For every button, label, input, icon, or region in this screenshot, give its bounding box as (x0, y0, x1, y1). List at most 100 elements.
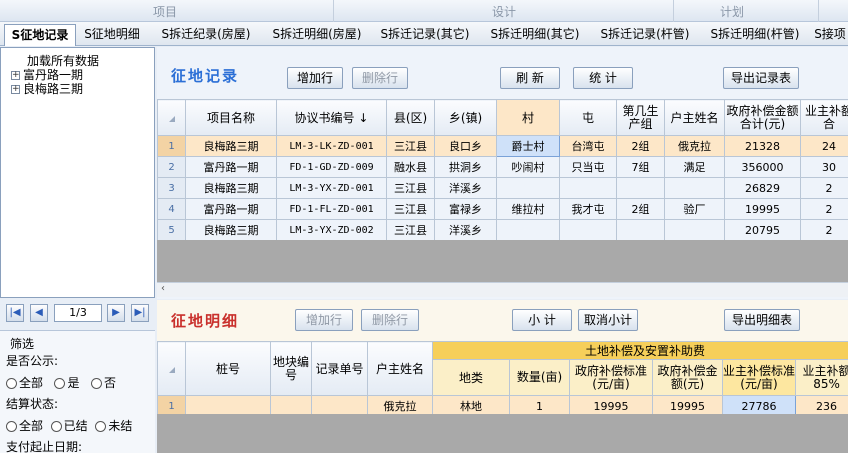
table-row[interactable]: 5 良梅路三期 LM-3-YX-ZD-002 三江县 洋溪乡 20795 2 (157, 219, 848, 241)
tab-demolition-record-pole[interactable]: S拆迁记录(杆管) (592, 24, 698, 46)
cell-project[interactable]: 良梅路三期 (185, 177, 277, 199)
detail-delete-row-button[interactable]: 删除行 (361, 309, 419, 331)
record-horizontal-scrollbar[interactable]: ‹ (157, 282, 848, 297)
cell-code[interactable]: LM-3-YX-ZD-001 (276, 177, 387, 199)
cell-county[interactable]: 三江县 (386, 135, 435, 157)
cell-village[interactable]: 吵闹村 (496, 156, 560, 178)
col-town[interactable]: 乡(镇) (434, 99, 497, 136)
table-corner[interactable] (157, 341, 186, 396)
cell-owner[interactable] (664, 219, 725, 241)
cell-owner[interactable]: 满足 (664, 156, 725, 178)
tab-demolition-detail-house[interactable]: S拆迁明细(房屋) (264, 24, 370, 46)
cell-group[interactable] (616, 219, 665, 241)
col-owner-standard[interactable]: 业主补偿标准(元/亩) (722, 359, 796, 396)
radio-public-all[interactable]: 全部 (6, 376, 43, 390)
cell-code[interactable]: FD-1-GD-ZD-009 (276, 156, 387, 178)
cell-village[interactable] (496, 177, 560, 199)
cell-code[interactable]: LM-3-LK-ZD-001 (276, 135, 387, 157)
cell-group[interactable]: 2组 (616, 135, 665, 157)
cell-extra[interactable]: 24 (800, 135, 848, 157)
row-number[interactable]: 4 (157, 198, 186, 220)
stats-button[interactable]: 统 计 (573, 67, 633, 89)
cell-town[interactable]: 拱洞乡 (434, 156, 497, 178)
cell-town[interactable]: 洋溪乡 (434, 177, 497, 199)
refresh-button[interactable]: 刷 新 (500, 67, 560, 89)
cell-extra[interactable]: 2 (800, 177, 848, 199)
tab-demolition-detail-pole[interactable]: S拆迁明细(杆管) (702, 24, 808, 46)
record-add-row-button[interactable]: 增加行 (287, 67, 343, 89)
col-owner-name[interactable]: 户主姓名 (367, 341, 433, 396)
cell-town[interactable]: 富禄乡 (434, 198, 497, 220)
table-row[interactable]: 2 富丹路一期 FD-1-GD-ZD-009 融水县 拱洞乡 吵闹村 只当屯 7… (157, 156, 848, 178)
table-corner[interactable] (157, 99, 186, 136)
col-stake[interactable]: 桩号 (185, 341, 271, 396)
next-page-button[interactable]: ▶ (107, 304, 125, 322)
detail-add-row-button[interactable]: 增加行 (295, 309, 353, 331)
cell-amount[interactable]: 356000 (724, 156, 801, 178)
tab-land-record[interactable]: S征地记录 (4, 24, 76, 46)
expand-icon[interactable]: + (11, 71, 20, 80)
col-quantity[interactable]: 数量(亩) (509, 359, 570, 396)
cell-code[interactable]: FD-1-FL-ZD-001 (276, 198, 387, 220)
cell-group[interactable]: 2组 (616, 198, 665, 220)
cell-extra[interactable]: 2 (800, 198, 848, 220)
cell-village[interactable]: 爵士村 (496, 135, 560, 157)
page-indicator[interactable]: 1/3 (54, 304, 102, 322)
subtotal-button[interactable]: 小 计 (512, 309, 572, 331)
cell-amount[interactable]: 26829 (724, 177, 801, 199)
cell-village[interactable]: 维拉村 (496, 198, 560, 220)
cell-tun[interactable]: 我才屯 (559, 198, 617, 220)
cell-amount[interactable]: 19995 (724, 198, 801, 220)
col-village[interactable]: 村 (496, 99, 560, 136)
cell-group[interactable] (616, 177, 665, 199)
cell-tun[interactable]: 台湾屯 (559, 135, 617, 157)
cell-owner[interactable] (664, 177, 725, 199)
tree-item-liangmei[interactable]: + 良梅路三期 (11, 80, 83, 97)
cell-county[interactable]: 三江县 (386, 198, 435, 220)
col-county[interactable]: 县(区) (386, 99, 435, 136)
tab-demolition-record-house[interactable]: S拆迁纪录(房屋) (150, 24, 262, 46)
col-owner-name[interactable]: 户主姓名 (664, 99, 725, 136)
radio-public-no[interactable]: 否 (90, 376, 116, 390)
cancel-subtotal-button[interactable]: 取消小计 (578, 309, 638, 331)
radio-settle-done[interactable]: 已结 (50, 419, 88, 433)
cell-county[interactable]: 三江县 (386, 219, 435, 241)
record-delete-row-button[interactable]: 删除行 (352, 67, 408, 89)
cell-owner[interactable]: 俄克拉 (664, 135, 725, 157)
cell-town[interactable]: 洋溪乡 (434, 219, 497, 241)
cell-town[interactable]: 良口乡 (434, 135, 497, 157)
cell-extra[interactable]: 30 (800, 156, 848, 178)
last-page-button[interactable]: ▶| (131, 304, 149, 322)
cell-project[interactable]: 富丹路一期 (185, 156, 277, 178)
cell-tun[interactable]: 只当屯 (559, 156, 617, 178)
cell-tun[interactable] (559, 219, 617, 241)
col-production-group[interactable]: 第几生产组 (616, 99, 665, 136)
row-number[interactable]: 2 (157, 156, 186, 178)
row-number[interactable]: 5 (157, 219, 186, 241)
col-plot-no[interactable]: 地块编号 (270, 341, 312, 396)
cell-county[interactable]: 融水县 (386, 156, 435, 178)
tab-land-detail[interactable]: S征地明细 (80, 24, 144, 46)
table-row[interactable]: 1 良梅路三期 LM-3-LK-ZD-001 三江县 良口乡 爵士村 台湾屯 2… (157, 135, 848, 157)
row-number[interactable]: 1 (157, 135, 186, 157)
cell-county[interactable]: 三江县 (386, 177, 435, 199)
cell-amount[interactable]: 21328 (724, 135, 801, 157)
radio-settle-all[interactable]: 全部 (6, 419, 43, 433)
col-gov-amount[interactable]: 政府补偿金额(元) (652, 359, 723, 396)
expand-icon[interactable]: + (11, 85, 20, 94)
cell-group[interactable]: 7组 (616, 156, 665, 178)
cell-tun[interactable] (559, 177, 617, 199)
radio-settle-pending[interactable]: 未结 (95, 419, 132, 433)
cell-project[interactable]: 良梅路三期 (185, 219, 277, 241)
col-land-type[interactable]: 地类 (432, 359, 510, 396)
prev-page-button[interactable]: ◀ (30, 304, 48, 322)
col-record-no[interactable]: 记录单号 (311, 341, 368, 396)
table-row[interactable]: 3 良梅路三期 LM-3-YX-ZD-001 三江县 洋溪乡 26829 2 (157, 177, 848, 199)
col-gov-amount[interactable]: 政府补偿金额合计(元) (724, 99, 801, 136)
col-agreement-code[interactable]: 协议书编号 ↓ (276, 99, 387, 136)
cell-project[interactable]: 良梅路三期 (185, 135, 277, 157)
col-project-name[interactable]: 项目名称 (185, 99, 277, 136)
col-tun[interactable]: 屯 (559, 99, 617, 136)
cell-village[interactable] (496, 219, 560, 241)
cell-amount[interactable]: 20795 (724, 219, 801, 241)
